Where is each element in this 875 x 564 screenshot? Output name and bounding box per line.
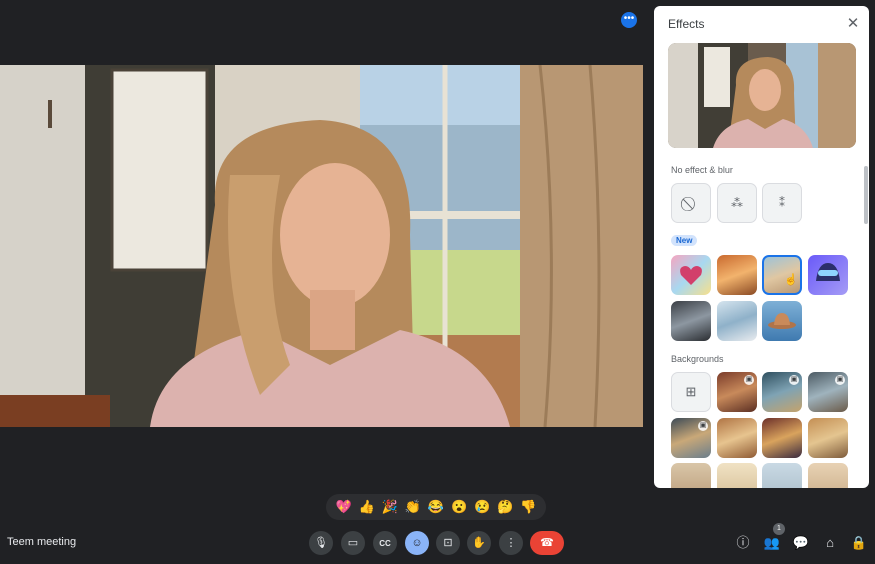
background-tile-lounge[interactable]: ▣ (808, 372, 848, 412)
effects-panel-title: Effects (668, 17, 705, 31)
heart-effect-icon (680, 266, 702, 285)
host-controls-lock-icon: 🔒 (850, 535, 868, 550)
slight-blur-icon: ⁂ (731, 196, 743, 210)
effects-panel-header: Effects ✕ (654, 6, 869, 42)
backgrounds-section-label: Backgrounds (671, 354, 724, 364)
effect-tile-helmet[interactable] (808, 255, 848, 295)
end-call-button[interactable]: ☎ (530, 531, 564, 555)
effect-tile-beach[interactable]: ☝ (762, 255, 802, 295)
close-button[interactable]: ✕ (844, 15, 862, 33)
video-frame-image (0, 65, 643, 427)
present-screen-icon: ⊡ (443, 537, 453, 549)
captions-button[interactable]: CC (373, 531, 397, 555)
effect-tile-office[interactable] (671, 301, 711, 341)
blur-icon: ⁑ (779, 196, 785, 210)
closed-captions-icon: CC (379, 539, 391, 548)
more-options-bottom-button[interactable]: ⋮ (499, 531, 523, 555)
panel-scrollbar[interactable] (864, 166, 868, 224)
reaction-sad[interactable]: 😢 (474, 499, 490, 515)
camera-button[interactable]: ▭ (341, 531, 365, 555)
background-tile-library[interactable]: ▣ (717, 372, 757, 412)
background-tile-row3-3[interactable] (762, 463, 802, 488)
camera-icon: ▭ (347, 537, 359, 549)
activities-icon: ⌂ (826, 535, 834, 550)
reaction-laugh[interactable]: 😂 (428, 499, 444, 515)
emoji-button[interactable]: ☺ (405, 531, 429, 555)
reaction-party[interactable]: 🎉 (382, 499, 398, 515)
effect-tile-heart[interactable] (671, 255, 711, 295)
reaction-surprised[interactable]: 😮 (451, 499, 467, 515)
helmet-effect-icon (816, 263, 840, 281)
reaction-thinking[interactable]: 🤔 (497, 499, 513, 515)
reaction-clap[interactable]: 👏 (405, 499, 421, 515)
blur-tile[interactable]: ⁑ (762, 183, 802, 223)
add-image-icon: ⊞ (685, 384, 697, 399)
new-badge: New (671, 235, 698, 246)
microphone-button[interactable]: 🎙 (309, 531, 333, 555)
background-tile-row3-4[interactable] (808, 463, 848, 488)
effect-tile-loft[interactable] (717, 301, 757, 341)
meeting-name: Teem meeting (7, 536, 77, 548)
background-badge-icon: ▣ (744, 375, 754, 385)
info-button[interactable]: ⓘ (734, 533, 752, 553)
raise-hand-button[interactable]: ✋ (467, 531, 491, 555)
info-icon: ⓘ (736, 535, 750, 550)
reaction-heart[interactable]: 💖 (335, 499, 351, 515)
people-icon: 👥 (763, 535, 781, 550)
emoji-icon: ☺ (411, 537, 423, 549)
microphone-icon: 🎙 (314, 537, 328, 549)
self-preview (668, 43, 856, 148)
present-button[interactable]: ⊡ (436, 531, 460, 555)
raise-hand-icon: ✋ (472, 537, 486, 549)
hat-effect-icon (768, 313, 796, 329)
background-badge-icon: ▣ (835, 375, 845, 385)
more-options-button[interactable]: ••• (621, 12, 637, 28)
background-badge-icon: ▣ (789, 375, 799, 385)
end-call-icon: ☎ (540, 537, 554, 549)
more-vertical-icon: ⋮ (505, 537, 517, 549)
reaction-thumbs-up[interactable]: 👍 (359, 499, 375, 515)
chat-button[interactable]: 💬 (792, 533, 810, 553)
people-button[interactable]: 👥 (763, 533, 781, 553)
background-badge-icon: ▣ (698, 421, 708, 431)
upload-background-tile[interactable]: ⊞ (671, 372, 711, 412)
activities-button[interactable]: ⌂ (821, 533, 839, 553)
effect-tile-room[interactable] (717, 255, 757, 295)
effect-tile-hat[interactable] (762, 301, 802, 341)
background-tile-castle[interactable] (808, 418, 848, 458)
effects-panel: Effects ✕ No effect & blur ⃠ ⁂ ⁑ New (654, 6, 869, 488)
slight-blur-tile[interactable]: ⁂ (717, 183, 757, 223)
background-tile-desk[interactable]: ▣ (671, 418, 711, 458)
background-tile-row3-2[interactable] (717, 463, 757, 488)
no-effect-section-label: No effect & blur (671, 165, 733, 175)
no-effect-tile[interactable]: ⃠ (671, 183, 711, 223)
host-controls-button[interactable]: 🔒 (850, 533, 868, 553)
background-tile-desert[interactable] (717, 418, 757, 458)
reactions-bar: 💖 👍 🎉 👏 😂 😮 😢 🤔 👎 (326, 494, 546, 520)
background-tile-row3-1[interactable] (671, 463, 711, 488)
close-icon: ✕ (846, 15, 860, 32)
cursor-pointer-icon: ☝ (784, 274, 798, 286)
chat-icon: 💬 (792, 535, 810, 550)
background-tile-festival[interactable] (762, 418, 802, 458)
self-preview-image (668, 43, 856, 148)
background-tile-kitchen[interactable]: ▣ (762, 372, 802, 412)
main-video (0, 65, 643, 427)
more-options-icon: ••• (623, 13, 635, 24)
reaction-thumbs-down[interactable]: 👎 (520, 499, 536, 515)
